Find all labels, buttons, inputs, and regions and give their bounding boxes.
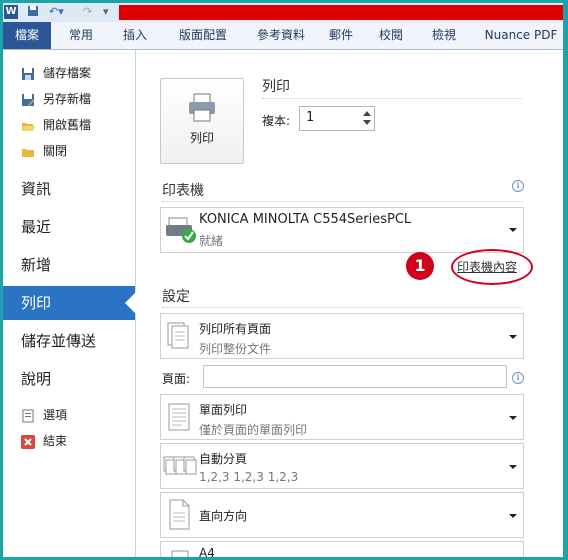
copies-decrement[interactable] (363, 120, 371, 125)
callout-badge: 1 (406, 252, 434, 280)
tab-review[interactable]: 校閱 (371, 22, 411, 49)
chevron-down-icon (509, 228, 517, 232)
collate-label: 自動分頁 (199, 452, 248, 466)
nav-print-label: 列印 (21, 294, 52, 312)
tab-nuance-pdf[interactable]: Nuance PDF (479, 22, 563, 49)
word-app-icon: W (4, 5, 18, 19)
chevron-down-icon (509, 465, 517, 469)
nav-print[interactable]: 列印 (3, 286, 136, 320)
print-title-divider (262, 98, 522, 99)
printer-properties-link[interactable]: 印表機內容 (457, 258, 517, 275)
nav-save[interactable]: 儲存檔案 (3, 62, 135, 84)
chevron-down-icon (509, 335, 517, 339)
print-pane: 列印 列印 複本: 1 印表機 i KONICA MINOLTA C554Ser… (136, 50, 563, 557)
tab-references[interactable]: 參考資料 (247, 22, 315, 49)
copies-value: 1 (306, 110, 315, 125)
options-icon (21, 408, 35, 423)
tab-mailings[interactable]: 郵件 (321, 22, 361, 49)
pages-icon (167, 322, 193, 356)
nav-options-label: 選項 (43, 408, 68, 422)
tab-page-layout[interactable]: 版面配置 (169, 22, 237, 49)
pages-label: 頁面: (162, 372, 191, 386)
printer-info-icon[interactable]: i (512, 180, 524, 192)
undo-icon[interactable]: ↶▾ (49, 5, 64, 19)
copies-increment[interactable] (363, 111, 371, 116)
collate-dropdown[interactable]: 自動分頁 1,2,3 1,2,3 1,2,3 (160, 443, 524, 489)
one-sided-icon (167, 403, 193, 437)
nav-options[interactable]: 選項 (3, 404, 135, 426)
nav-close[interactable]: 關閉 (3, 140, 135, 162)
nav-recent-label: 最近 (21, 218, 52, 236)
collate-icon (163, 454, 197, 484)
orientation-label: 直向方向 (199, 509, 248, 523)
nav-close-label: 關閉 (43, 144, 68, 158)
orientation-dropdown[interactable]: 直向方向 (160, 492, 524, 538)
nav-help-label: 說明 (21, 370, 52, 388)
print-range-desc: 列印整份文件 (199, 342, 272, 356)
nav-info-label: 資訊 (21, 180, 52, 198)
word-window: W ↶▾ ↷ ▾ 檔案 常用 插入 版面配置 參考資料 郵件 校閱 檢視 Nua… (3, 3, 563, 557)
redacted-title-bar (119, 5, 563, 20)
save-icon (21, 66, 35, 80)
print-button-label: 列印 (189, 131, 214, 145)
redo-icon[interactable]: ↷ (83, 5, 92, 19)
nav-open-label: 開啟舊檔 (43, 118, 92, 132)
printer-dropdown[interactable]: KONICA MINOLTA C554SeriesPCL 就緒 (160, 207, 524, 253)
pages-info-icon[interactable]: i (512, 372, 524, 384)
customize-qat-icon[interactable]: ▾ (103, 5, 109, 19)
tab-file[interactable]: 檔案 (3, 22, 51, 49)
tab-home[interactable]: 常用 (57, 22, 105, 49)
printer-icon (187, 93, 217, 127)
print-range-dropdown[interactable]: 列印所有頁面 列印整份文件 (160, 313, 524, 359)
paper-size-icon (171, 550, 191, 557)
backstage-nav: 儲存檔案 另存新檔 開啟舊檔 關閉 資訊 最近 新增 列印 儲存並傳送 說明 選… (3, 50, 136, 557)
settings-section-title: 設定 (162, 289, 190, 305)
nav-save-label: 儲存檔案 (43, 66, 92, 80)
paper-size-dropdown[interactable]: A4 (160, 541, 524, 557)
nav-open[interactable]: 開啟舊檔 (3, 114, 135, 136)
nav-save-send[interactable]: 儲存並傳送 (3, 324, 135, 358)
active-indicator (125, 292, 136, 314)
save-quick-icon[interactable] (27, 5, 39, 19)
open-folder-icon (21, 118, 35, 132)
collate-desc: 1,2,3 1,2,3 1,2,3 (199, 470, 299, 484)
copies-label: 複本: (262, 114, 291, 128)
print-button[interactable]: 列印 (160, 78, 244, 164)
pages-input[interactable] (203, 365, 507, 388)
quick-access-toolbar: W ↶▾ ↷ ▾ (3, 3, 563, 22)
save-as-icon (21, 92, 35, 106)
printer-divider (162, 201, 522, 202)
sides-dropdown[interactable]: 單面列印 僅於頁面的單面列印 (160, 394, 524, 440)
paper-size-label: A4 (199, 546, 215, 557)
nav-save-as-label: 另存新檔 (43, 92, 92, 106)
settings-divider (162, 307, 522, 308)
close-folder-icon (21, 144, 35, 158)
nav-help[interactable]: 說明 (3, 362, 135, 396)
nav-info[interactable]: 資訊 (3, 172, 135, 206)
nav-new[interactable]: 新增 (3, 248, 135, 282)
nav-save-send-label: 儲存並傳送 (21, 332, 97, 350)
nav-recent[interactable]: 最近 (3, 210, 135, 244)
nav-exit[interactable]: 結束 (3, 430, 135, 452)
nav-exit-label: 結束 (43, 434, 68, 448)
nav-new-label: 新增 (21, 256, 52, 274)
ribbon-tabs: 檔案 常用 插入 版面配置 參考資料 郵件 校閱 檢視 Nuance PDF (3, 22, 563, 50)
chevron-down-icon (509, 514, 517, 518)
exit-icon (21, 434, 35, 449)
copies-spinner[interactable]: 1 (299, 106, 375, 131)
chevron-down-icon (509, 416, 517, 420)
print-title: 列印 (262, 79, 290, 95)
printer-name: KONICA MINOLTA C554SeriesPCL (199, 212, 412, 227)
tab-view[interactable]: 檢視 (423, 22, 465, 49)
printer-section-title: 印表機 (162, 183, 204, 199)
tab-insert[interactable]: 插入 (115, 22, 155, 49)
sides-desc: 僅於頁面的單面列印 (199, 423, 308, 437)
print-range-label: 列印所有頁面 (199, 322, 272, 336)
printer-device-icon (165, 216, 197, 248)
nav-save-as[interactable]: 另存新檔 (3, 88, 135, 110)
sides-label: 單面列印 (199, 403, 248, 417)
printer-status: 就緒 (199, 234, 224, 248)
portrait-icon (169, 499, 193, 535)
